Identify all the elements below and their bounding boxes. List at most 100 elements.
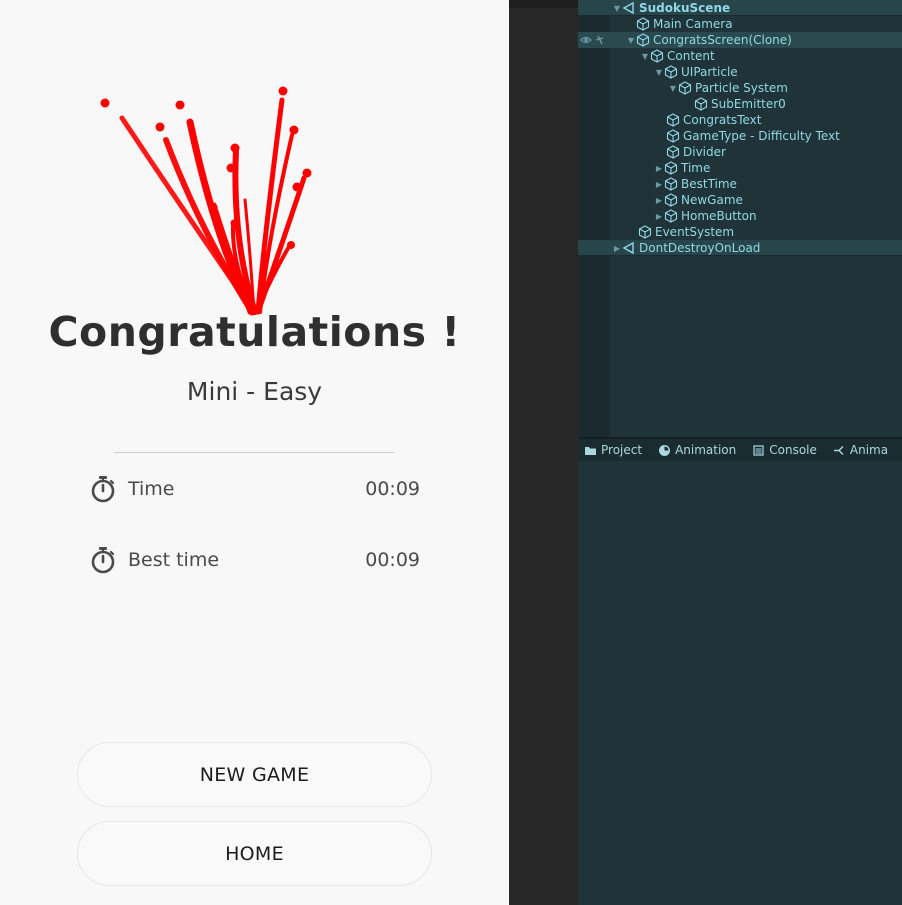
hierarchy-item-gametype[interactable]: GameType - Difficulty Text bbox=[578, 128, 902, 144]
expand-down-icon[interactable]: ▼ bbox=[626, 36, 636, 45]
gameobject-cube-icon bbox=[638, 225, 652, 239]
particle-dot bbox=[302, 168, 312, 178]
time-value: 00:09 bbox=[365, 478, 420, 500]
best-time-row: Best time 00:09 bbox=[90, 545, 420, 575]
hierarchy-item-newgame[interactable]: ▶ NewGame bbox=[578, 192, 902, 208]
hierarchy-item-congratsscreen[interactable]: ▼ CongratsScreen(Clone) bbox=[578, 32, 902, 48]
hierarchy-item-label: GameType - Difficulty Text bbox=[683, 129, 840, 143]
hierarchy-item-label: Divider bbox=[683, 145, 726, 159]
clock-icon bbox=[659, 444, 671, 456]
divider bbox=[114, 452, 395, 453]
expand-down-icon[interactable]: ▼ bbox=[640, 52, 650, 61]
hierarchy-item-divider[interactable]: Divider bbox=[578, 144, 902, 160]
particle-dot bbox=[230, 219, 238, 227]
best-time-value: 00:09 bbox=[365, 549, 420, 571]
hierarchy-item-label: HomeButton bbox=[681, 209, 757, 223]
expand-right-icon[interactable]: ▶ bbox=[654, 196, 664, 205]
hierarchy-item-particle-system[interactable]: ▼ Particle System bbox=[578, 80, 902, 96]
particle-dot bbox=[155, 122, 165, 132]
gameobject-cube-icon bbox=[664, 65, 678, 79]
gameobject-cube-icon bbox=[664, 209, 678, 223]
hierarchy-item-time[interactable]: ▶ Time bbox=[578, 160, 902, 176]
expand-right-icon[interactable]: ▶ bbox=[654, 164, 664, 173]
gameobject-cube-icon bbox=[650, 49, 664, 63]
home-button[interactable]: HOME bbox=[77, 821, 432, 886]
gameobject-cube-icon bbox=[694, 97, 708, 111]
hierarchy-item-label: CongratsScreen(Clone) bbox=[653, 33, 792, 47]
hierarchy-item-eventsystem[interactable]: EventSystem bbox=[578, 224, 902, 240]
tab-label: Console bbox=[769, 443, 817, 457]
tab-animator[interactable]: Anima bbox=[827, 439, 894, 461]
time-row: Time 00:09 bbox=[90, 474, 420, 504]
tab-project[interactable]: Project bbox=[578, 439, 648, 461]
expand-right-icon[interactable]: ▶ bbox=[654, 212, 664, 221]
particle-dot bbox=[292, 182, 302, 192]
game-type-label: Mini - Easy bbox=[186, 377, 323, 406]
hierarchy-item-label: Main Camera bbox=[653, 17, 733, 31]
particle-dot bbox=[230, 143, 240, 153]
row-separator bbox=[578, 255, 902, 256]
hierarchy-item-label: Particle System bbox=[695, 81, 788, 95]
project-panel bbox=[578, 461, 902, 905]
bottom-tab-bar: Project Animation Console Anima bbox=[578, 437, 902, 461]
hierarchy-item-homebutton[interactable]: ▶ HomeButton bbox=[578, 208, 902, 224]
unity-scene-icon bbox=[622, 1, 634, 15]
particle-dot bbox=[289, 125, 299, 135]
scene-row-sudokuscene[interactable]: ▼ SudokuScene bbox=[578, 0, 902, 16]
particle-dot bbox=[175, 100, 185, 110]
hierarchy-item-main-camera[interactable]: Main Camera bbox=[578, 16, 902, 32]
row-separator bbox=[578, 15, 902, 16]
expand-down-icon[interactable]: ▼ bbox=[668, 84, 678, 93]
expand-right-icon[interactable]: ▶ bbox=[612, 244, 622, 253]
hierarchy-item-uiparticle[interactable]: ▼ UIParticle bbox=[578, 64, 902, 80]
particle-dot bbox=[287, 241, 295, 249]
hierarchy-item-label: BestTime bbox=[681, 177, 737, 191]
console-icon bbox=[753, 444, 764, 456]
hierarchy-item-besttime[interactable]: ▶ BestTime bbox=[578, 176, 902, 192]
gameobject-cube-icon bbox=[666, 113, 680, 127]
gutter-top-strip bbox=[509, 0, 578, 8]
expand-right-icon[interactable]: ▶ bbox=[654, 180, 664, 189]
visibility-toggles-icon[interactable] bbox=[580, 33, 608, 47]
gameobject-cube-icon bbox=[636, 17, 650, 31]
particle-dot bbox=[210, 203, 218, 211]
tab-label: Project bbox=[601, 443, 643, 457]
tab-animation[interactable]: Animation bbox=[652, 439, 742, 461]
scene-label: DontDestroyOnLoad bbox=[639, 241, 761, 255]
hierarchy-item-label: NewGame bbox=[681, 193, 743, 207]
expand-down-icon[interactable]: ▼ bbox=[612, 4, 622, 13]
scene-label: SudokuScene bbox=[639, 1, 731, 15]
gameobject-cube-icon bbox=[678, 81, 692, 95]
gameobject-cube-icon bbox=[666, 129, 680, 143]
hierarchy-item-congratstext[interactable]: CongratsText bbox=[578, 112, 902, 128]
scene-row-dontdestroyonload[interactable]: ▶ DontDestroyOnLoad bbox=[578, 240, 902, 256]
gameobject-cube-icon bbox=[664, 161, 678, 175]
gameobject-cube-icon bbox=[666, 145, 680, 159]
folder-icon bbox=[585, 446, 596, 455]
unity-scene-icon bbox=[622, 241, 634, 255]
stopwatch-icon bbox=[91, 547, 115, 574]
hierarchy-item-content[interactable]: ▼ Content bbox=[578, 48, 902, 64]
particle-dot bbox=[278, 86, 288, 96]
particle-dot bbox=[100, 98, 110, 108]
hierarchy-item-label: UIParticle bbox=[681, 65, 738, 79]
hierarchy-item-subemitter0[interactable]: SubEmitter0 bbox=[578, 96, 902, 112]
best-time-label: Best time bbox=[128, 549, 220, 571]
tab-console[interactable]: Console bbox=[746, 439, 823, 461]
game-view: Congratulations ! Mini - Easy Time 00:09… bbox=[0, 0, 509, 905]
stopwatch-icon bbox=[91, 476, 115, 503]
particle-dot bbox=[226, 163, 236, 173]
hierarchy-item-label: Time bbox=[681, 161, 711, 175]
animator-icon bbox=[833, 445, 844, 455]
new-game-button[interactable]: NEW GAME bbox=[77, 742, 432, 807]
hierarchy-item-label: EventSystem bbox=[655, 225, 735, 239]
tab-label: Animation bbox=[675, 443, 737, 457]
expand-down-icon[interactable]: ▼ bbox=[654, 68, 664, 77]
firework-particles bbox=[100, 86, 312, 316]
gameobject-cube-icon bbox=[664, 177, 678, 191]
hierarchy-item-label: Content bbox=[667, 49, 715, 63]
hierarchy-item-label: SubEmitter0 bbox=[711, 97, 786, 111]
editor-gutter bbox=[509, 0, 578, 905]
tab-label: Anima bbox=[849, 443, 889, 457]
time-label: Time bbox=[128, 478, 175, 500]
